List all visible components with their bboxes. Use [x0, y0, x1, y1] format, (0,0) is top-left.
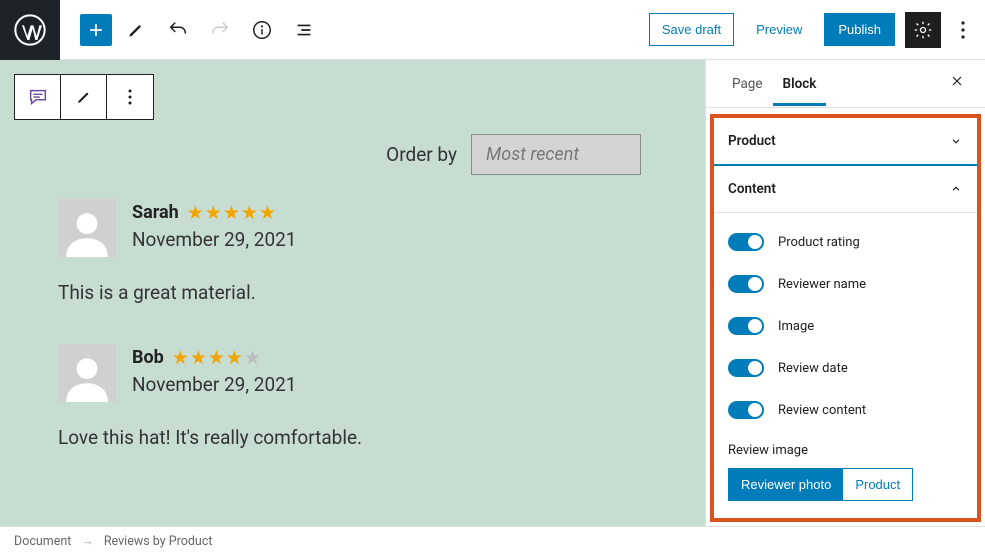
- panel-title: Product: [728, 133, 776, 149]
- review-item: Sarah★★★★★November 29, 2021This is a gre…: [58, 199, 647, 304]
- settings-sidebar: Page Block Product Content Product ratin…: [705, 60, 985, 526]
- gear-icon: [913, 20, 933, 40]
- kebab-icon: [128, 89, 132, 105]
- add-block-button[interactable]: [80, 14, 112, 46]
- main-area: Order by Most recent Sarah★★★★★November …: [0, 60, 985, 526]
- star-icon: ★: [259, 201, 276, 224]
- toggle-switch[interactable]: [728, 317, 764, 335]
- more-options-button[interactable]: [951, 12, 975, 48]
- star-icon: ★: [208, 346, 225, 369]
- toggle-row: Reviewer name: [728, 263, 963, 305]
- toggle-label: Reviewer name: [778, 277, 866, 292]
- editor-canvas[interactable]: Order by Most recent Sarah★★★★★November …: [0, 60, 705, 526]
- review-date: November 29, 2021: [132, 228, 297, 251]
- block-type-button[interactable]: [15, 75, 61, 119]
- undo-icon: [167, 19, 189, 41]
- toggle-label: Product rating: [778, 235, 860, 250]
- kebab-icon: [961, 21, 965, 39]
- reviews-list: Sarah★★★★★November 29, 2021This is a gre…: [14, 193, 691, 495]
- toggle-row: Image: [728, 305, 963, 347]
- reviewer-name: Sarah: [132, 202, 179, 223]
- preview-button[interactable]: Preview: [744, 14, 814, 45]
- review-image-heading: Review image: [728, 443, 963, 458]
- star-rating: ★★★★★: [172, 346, 261, 369]
- sidebar-tabs: Page Block: [706, 60, 985, 108]
- panel-content-header[interactable]: Content: [714, 166, 977, 213]
- pencil-icon: [126, 20, 146, 40]
- crumb-block[interactable]: Reviews by Product: [104, 534, 213, 549]
- review-item: Bob★★★★★November 29, 2021Love this hat! …: [58, 344, 647, 449]
- settings-button[interactable]: [905, 12, 941, 48]
- list-icon: [293, 19, 315, 41]
- close-icon: [949, 73, 965, 89]
- review-image-option[interactable]: Product: [843, 469, 912, 500]
- review-image-option[interactable]: Reviewer photo: [729, 469, 843, 500]
- star-icon: ★: [226, 346, 243, 369]
- redo-button[interactable]: [202, 12, 238, 48]
- panels-highlight-box: Product Content Product rating Reviewer n…: [710, 114, 981, 522]
- star-rating: ★★★★★: [187, 201, 276, 224]
- star-icon: ★: [187, 201, 204, 224]
- order-by-select[interactable]: Most recent: [471, 134, 641, 175]
- review-content: Love this hat! It's really comfortable.: [58, 426, 647, 449]
- toggle-label: Review content: [778, 403, 866, 418]
- block-toolbar: [14, 74, 154, 120]
- info-button[interactable]: [244, 12, 280, 48]
- toggle-switch[interactable]: [728, 233, 764, 251]
- toggle-label: Review date: [778, 361, 848, 376]
- chevron-up-icon: [949, 182, 963, 196]
- star-icon: ★: [244, 346, 261, 369]
- block-edit-button[interactable]: [61, 75, 107, 119]
- info-icon: [251, 19, 273, 41]
- star-icon: ★: [205, 201, 222, 224]
- star-icon: ★: [241, 201, 258, 224]
- person-icon: [62, 207, 112, 257]
- edit-mode-button[interactable]: [118, 12, 154, 48]
- toggle-switch[interactable]: [728, 275, 764, 293]
- avatar: [58, 344, 116, 402]
- toggle-row: Review content: [728, 389, 963, 431]
- save-draft-button[interactable]: Save draft: [649, 13, 734, 46]
- star-icon: ★: [190, 346, 207, 369]
- redo-icon: [209, 19, 231, 41]
- tab-block[interactable]: Block: [773, 62, 827, 106]
- undo-button[interactable]: [160, 12, 196, 48]
- toggle-row: Review date: [728, 347, 963, 389]
- panel-product-header[interactable]: Product: [714, 118, 977, 166]
- block-more-button[interactable]: [107, 75, 153, 119]
- wordpress-logo[interactable]: [0, 0, 60, 60]
- order-by-label: Order by: [386, 143, 457, 166]
- chevron-down-icon: [949, 134, 963, 148]
- toggle-switch[interactable]: [728, 359, 764, 377]
- comment-icon: [27, 86, 49, 108]
- pencil-icon: [75, 88, 93, 106]
- person-icon: [62, 352, 112, 402]
- crumb-separator: →: [81, 534, 94, 549]
- sidebar-close-button[interactable]: [945, 69, 969, 98]
- breadcrumb: Document → Reviews by Product: [0, 526, 985, 556]
- editor-top-toolbar: Save draft Preview Publish: [0, 0, 985, 60]
- toggle-row: Product rating: [728, 221, 963, 263]
- wordpress-icon: [14, 14, 46, 46]
- toggle-label: Image: [778, 319, 814, 334]
- outline-button[interactable]: [286, 12, 322, 48]
- toggle-switch[interactable]: [728, 401, 764, 419]
- star-icon: ★: [172, 346, 189, 369]
- panel-title: Content: [728, 181, 776, 197]
- crumb-document[interactable]: Document: [14, 534, 71, 549]
- tab-page[interactable]: Page: [722, 62, 773, 106]
- review-content: This is a great material.: [58, 281, 647, 304]
- reviewer-name: Bob: [132, 347, 164, 368]
- star-icon: ★: [223, 201, 240, 224]
- toolbar-right-group: Save draft Preview Publish: [649, 12, 985, 48]
- publish-button[interactable]: Publish: [824, 13, 895, 46]
- plus-icon: [86, 20, 106, 40]
- order-by-row: Order by Most recent: [14, 134, 641, 175]
- panel-content-body: Product rating Reviewer name Image Review d…: [714, 213, 977, 517]
- review-image-button-group: Reviewer photoProduct: [728, 468, 913, 501]
- toolbar-left-group: [60, 12, 322, 48]
- review-date: November 29, 2021: [132, 373, 297, 396]
- avatar: [58, 199, 116, 257]
